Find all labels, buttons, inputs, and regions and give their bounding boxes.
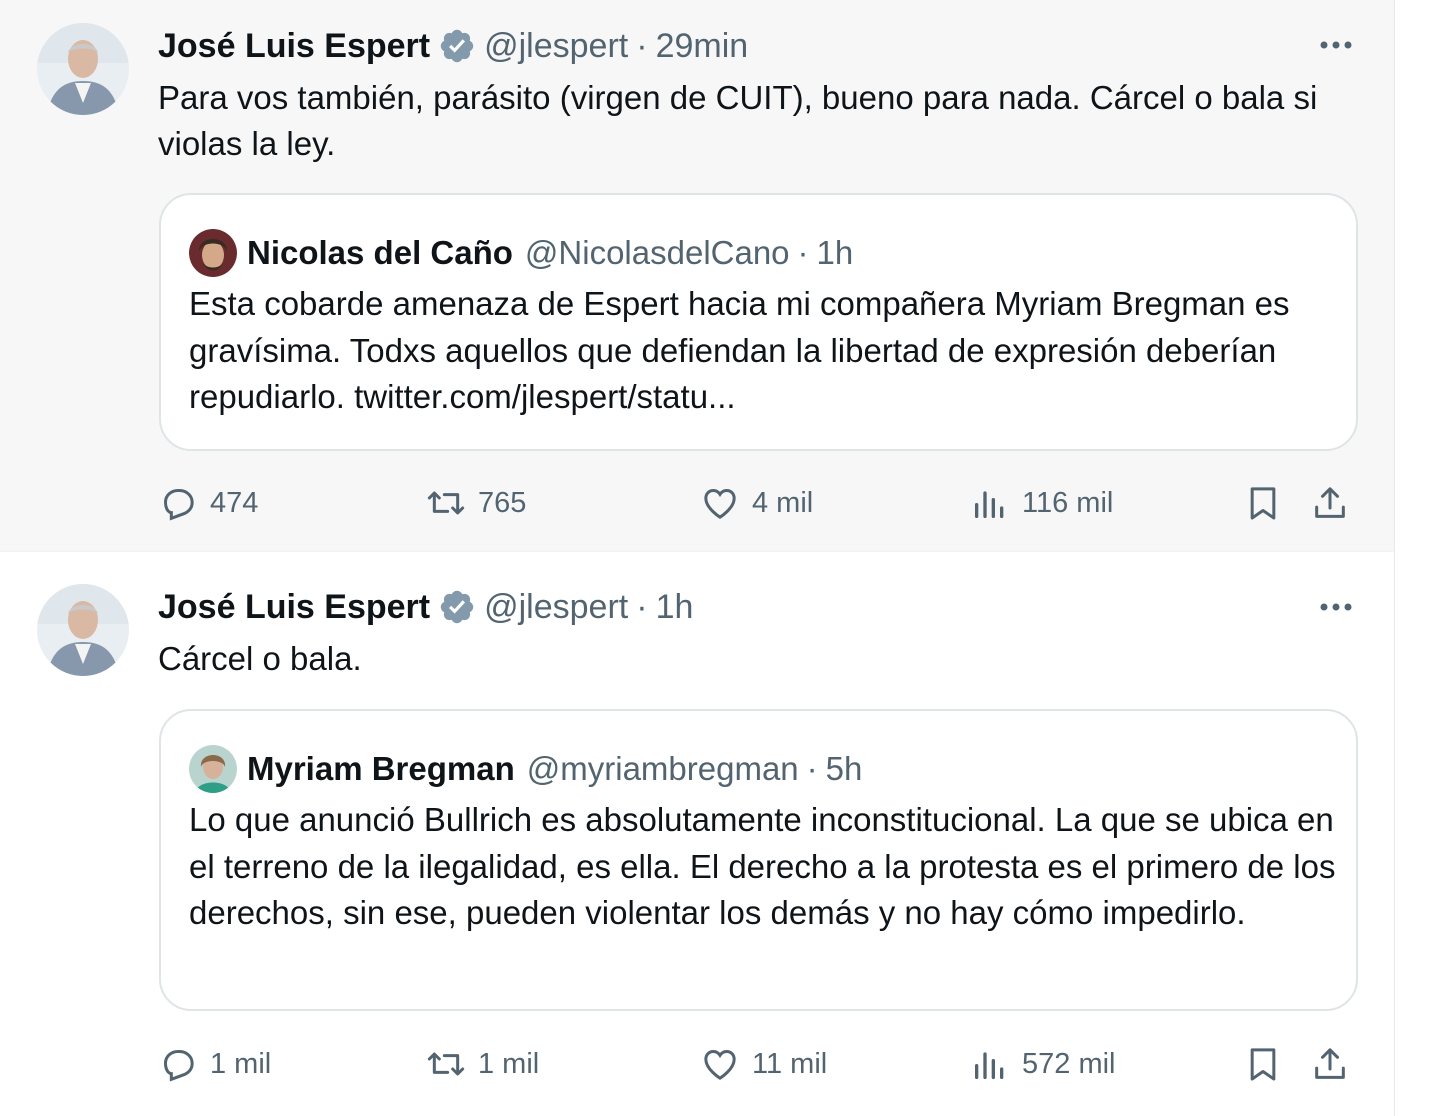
retweet-button[interactable]: 765	[426, 481, 526, 525]
share-icon	[1315, 487, 1345, 518]
quoted-author-name: Myriam Bregman	[247, 750, 515, 787]
avatar	[189, 745, 237, 793]
reply-button[interactable]: 1 mil	[158, 1042, 271, 1086]
quoted-tweet[interactable]: Nicolas del Caño @NicolasdelCano · 1h Es…	[159, 193, 1358, 451]
reply-icon	[163, 489, 194, 521]
quoted-author-handle: @NicolasdelCano	[524, 234, 790, 271]
quoted-timestamp: 5h	[825, 750, 863, 787]
retweet-count: 765	[478, 486, 527, 519]
reply-button[interactable]: 474	[158, 481, 258, 525]
avatar[interactable]	[37, 23, 129, 115]
like-button[interactable]: 11 mil	[700, 1042, 827, 1086]
quoted-tweet-header: Myriam Bregman @myriambregman · 5h	[189, 745, 862, 793]
retweet-icon	[427, 491, 465, 515]
views-icon	[975, 491, 1004, 518]
share-icon	[1315, 1048, 1345, 1079]
tweet-actions: 474 765 4 mil 116 mil	[158, 481, 1358, 525]
views-button[interactable]: 116 mil	[970, 481, 1113, 525]
timeline: José Luis Espert @jlespert · 29min Para …	[0, 0, 1395, 1116]
verified-badge-icon	[438, 588, 476, 626]
tweet[interactable]: José Luis Espert @jlespert · 1h Cárcel o…	[0, 552, 1394, 1116]
author-handle[interactable]: @jlespert	[484, 26, 628, 66]
author-name[interactable]: José Luis Espert	[158, 587, 430, 627]
views-count: 116 mil	[1022, 486, 1114, 519]
tweet-header: José Luis Espert @jlespert · 29min	[158, 26, 748, 66]
quoted-timestamp: 1h	[816, 234, 854, 271]
bookmark-button[interactable]	[1243, 481, 1283, 525]
separator: ·	[636, 588, 648, 626]
quoted-tweet-text: Lo que anunció Bullrich es absolutamente…	[189, 801, 1336, 931]
tweet[interactable]: José Luis Espert @jlespert · 29min Para …	[0, 0, 1394, 552]
views-button[interactable]: 572 mil	[970, 1042, 1116, 1086]
bookmark-button[interactable]	[1243, 1042, 1283, 1086]
bookmark-icon	[1250, 487, 1276, 520]
quoted-tweet-text: Esta cobarde amenaza de Espert hacia mi …	[189, 285, 1290, 415]
avatar[interactable]	[37, 584, 129, 676]
separator: ·	[636, 27, 648, 65]
tweet-text: Cárcel o bala.	[158, 640, 362, 677]
like-count: 4 mil	[752, 486, 814, 519]
views-icon	[975, 1052, 1004, 1079]
bookmark-icon	[1250, 1048, 1276, 1081]
like-button[interactable]: 4 mil	[700, 481, 813, 525]
reply-count: 474	[210, 486, 259, 519]
timestamp[interactable]: 1h	[656, 587, 694, 627]
retweet-count: 1 mil	[478, 1047, 540, 1080]
quoted-author-name: Nicolas del Caño	[247, 234, 513, 271]
quoted-tweet-header: Nicolas del Caño @NicolasdelCano · 1h	[189, 229, 853, 277]
separator: ·	[797, 234, 809, 271]
avatar	[189, 229, 237, 277]
like-icon	[704, 1049, 736, 1080]
retweet-icon	[427, 1052, 465, 1076]
author-name[interactable]: José Luis Espert	[158, 26, 430, 66]
quoted-tweet[interactable]: Myriam Bregman @myriambregman · 5h Lo qu…	[159, 709, 1358, 1011]
author-handle[interactable]: @jlespert	[484, 587, 628, 627]
retweet-button[interactable]: 1 mil	[426, 1042, 539, 1086]
separator: ·	[806, 750, 818, 787]
like-count: 11 mil	[752, 1047, 828, 1080]
timestamp[interactable]: 29min	[656, 26, 749, 66]
more-icon[interactable]	[1318, 592, 1354, 622]
tweet-header: José Luis Espert @jlespert · 1h	[158, 587, 693, 627]
quoted-author-handle: @myriambregman	[526, 750, 799, 787]
tweet-actions: 1 mil 1 mil 11 mil 572 mil	[158, 1042, 1358, 1086]
more-icon[interactable]	[1318, 30, 1354, 60]
reply-count: 1 mil	[210, 1047, 272, 1080]
share-button[interactable]	[1310, 1042, 1350, 1086]
verified-badge-icon	[438, 27, 476, 65]
share-button[interactable]	[1310, 481, 1350, 525]
like-icon	[704, 488, 736, 519]
views-count: 572 mil	[1022, 1047, 1116, 1080]
reply-icon	[163, 1050, 194, 1082]
tweet-text: Para vos también, parásito (virgen de CU…	[158, 79, 1318, 162]
